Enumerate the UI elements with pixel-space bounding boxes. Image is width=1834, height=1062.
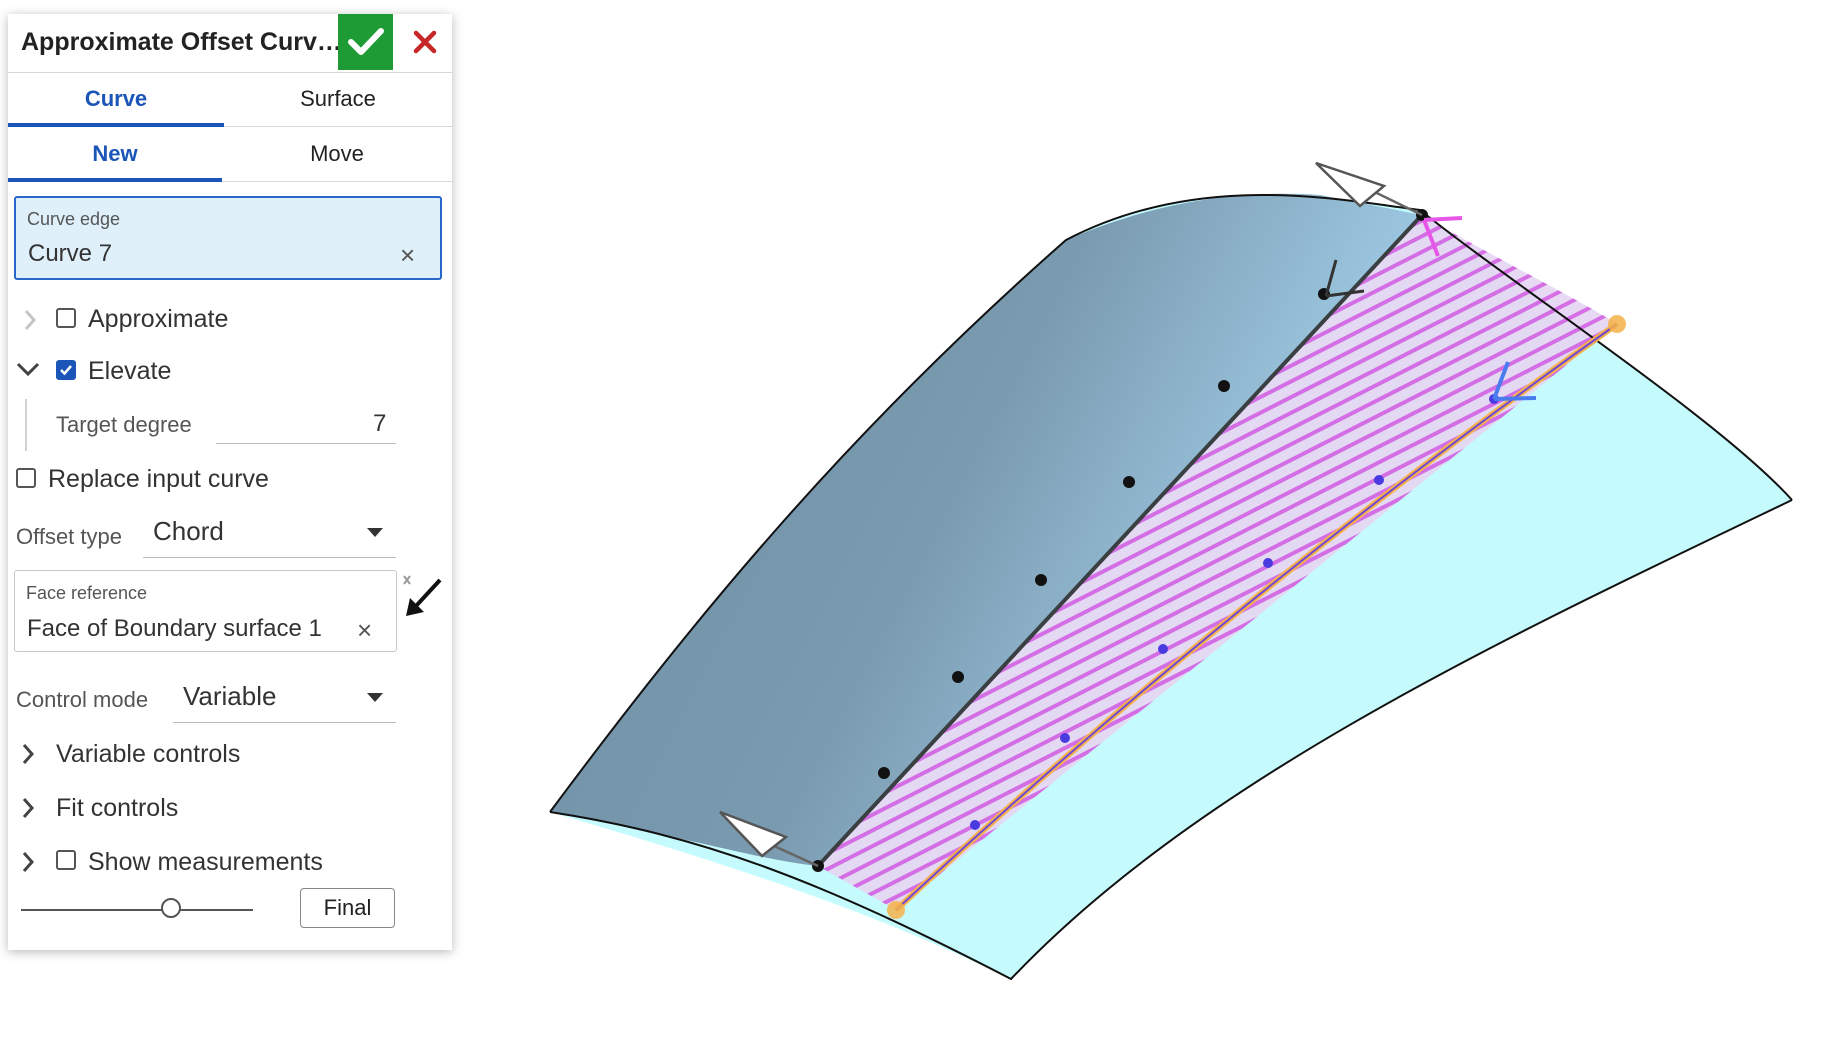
control-mode-underline xyxy=(173,722,396,723)
elevate-label: Elevate xyxy=(88,357,172,385)
control-mode-label: Control mode xyxy=(16,687,149,712)
control-points[interactable] xyxy=(812,209,1428,872)
offset-type-value: Chord xyxy=(153,516,224,546)
base-surface[interactable] xyxy=(550,195,1792,979)
tab-surface[interactable]: Surface xyxy=(224,72,452,126)
target-degree-input[interactable]: 7 xyxy=(373,410,386,438)
direction-arrow-top-icon[interactable] xyxy=(1315,161,1423,217)
offset-end-point[interactable] xyxy=(1608,315,1626,333)
dark-surface-region[interactable] xyxy=(550,193,1422,866)
final-button[interactable]: Final xyxy=(300,888,395,928)
dropdown-arrow-icon xyxy=(367,693,383,702)
offset-hatch-region[interactable] xyxy=(818,215,1617,910)
replace-input-label: Replace input curve xyxy=(48,465,269,493)
target-degree-underline xyxy=(216,443,396,444)
control-mode-value: Variable xyxy=(183,681,277,711)
clear-curve-edge-icon[interactable]: × xyxy=(400,242,415,268)
offset-curve[interactable] xyxy=(893,321,1619,913)
flip-direction-icon[interactable] xyxy=(402,572,444,620)
chevron-right-icon[interactable] xyxy=(20,850,36,874)
surface-top-edge xyxy=(549,194,1793,813)
group-indent-line xyxy=(25,399,27,451)
replace-input-checkbox[interactable] xyxy=(16,468,36,488)
approximate-offset-curve-dialog: Approximate Offset Curv… Curve Surface N… xyxy=(8,14,452,950)
curve-edge-field[interactable]: Curve edge Curve 7 × xyxy=(14,196,442,280)
clear-face-reference-icon[interactable]: × xyxy=(357,617,372,643)
magenta-manipulator-icon[interactable] xyxy=(1422,216,1463,257)
variable-controls-label: Variable controls xyxy=(56,740,241,768)
offset-start-point[interactable] xyxy=(887,901,905,919)
chevron-right-icon xyxy=(22,798,35,818)
surface-bottom-edge xyxy=(549,499,1793,981)
tab-new[interactable]: New xyxy=(8,127,222,182)
dropdown-arrow-icon xyxy=(367,528,383,537)
direction-arrow-bottom-icon[interactable] xyxy=(719,810,819,868)
show-measurements-checkbox[interactable] xyxy=(56,850,76,870)
approximate-checkbox[interactable] xyxy=(56,308,76,328)
curve-edge-value: Curve 7 xyxy=(28,240,113,267)
approximate-label: Approximate xyxy=(88,305,229,333)
curve-edge-label: Curve edge xyxy=(27,209,121,229)
target-degree-label: Target degree xyxy=(56,412,192,437)
primary-tabs: Curve Surface xyxy=(8,72,452,127)
tab-move[interactable]: Move xyxy=(222,127,452,181)
cancel-button[interactable] xyxy=(400,14,450,70)
tab-curve[interactable]: Curve xyxy=(8,72,224,127)
checkmark-icon xyxy=(347,28,384,55)
offset-control-points[interactable] xyxy=(970,394,1499,830)
check-icon xyxy=(60,365,72,376)
show-measurements-label: Show measurements xyxy=(88,848,323,876)
chevron-right-icon xyxy=(22,744,35,764)
black-manipulator-icon[interactable] xyxy=(1324,259,1365,298)
offset-type-underline xyxy=(143,557,396,558)
elevate-checkbox[interactable] xyxy=(56,360,76,380)
secondary-tabs: New Move xyxy=(8,127,452,182)
face-reference-field[interactable]: Face reference Face of Boundary surface … xyxy=(14,570,397,652)
offset-curve-inner xyxy=(895,323,1618,911)
input-curve[interactable] xyxy=(816,213,1424,868)
chevron-right-icon[interactable] xyxy=(22,308,38,332)
ok-button[interactable] xyxy=(338,14,393,70)
dialog-titlebar: Approximate Offset Curv… xyxy=(8,14,452,73)
blue-manipulator-icon[interactable] xyxy=(1492,361,1537,401)
fit-controls-label: Fit controls xyxy=(56,794,179,822)
chevron-down-icon[interactable] xyxy=(14,360,42,380)
rollback-slider-thumb[interactable] xyxy=(161,898,181,918)
rollback-slider-track[interactable] xyxy=(21,909,253,911)
face-reference-value: Face of Boundary surface 1 xyxy=(27,615,322,642)
dialog-title: Approximate Offset Curv… xyxy=(21,28,342,56)
close-icon xyxy=(413,30,437,54)
offset-type-label: Offset type xyxy=(16,524,122,549)
face-reference-label: Face reference xyxy=(26,583,148,603)
